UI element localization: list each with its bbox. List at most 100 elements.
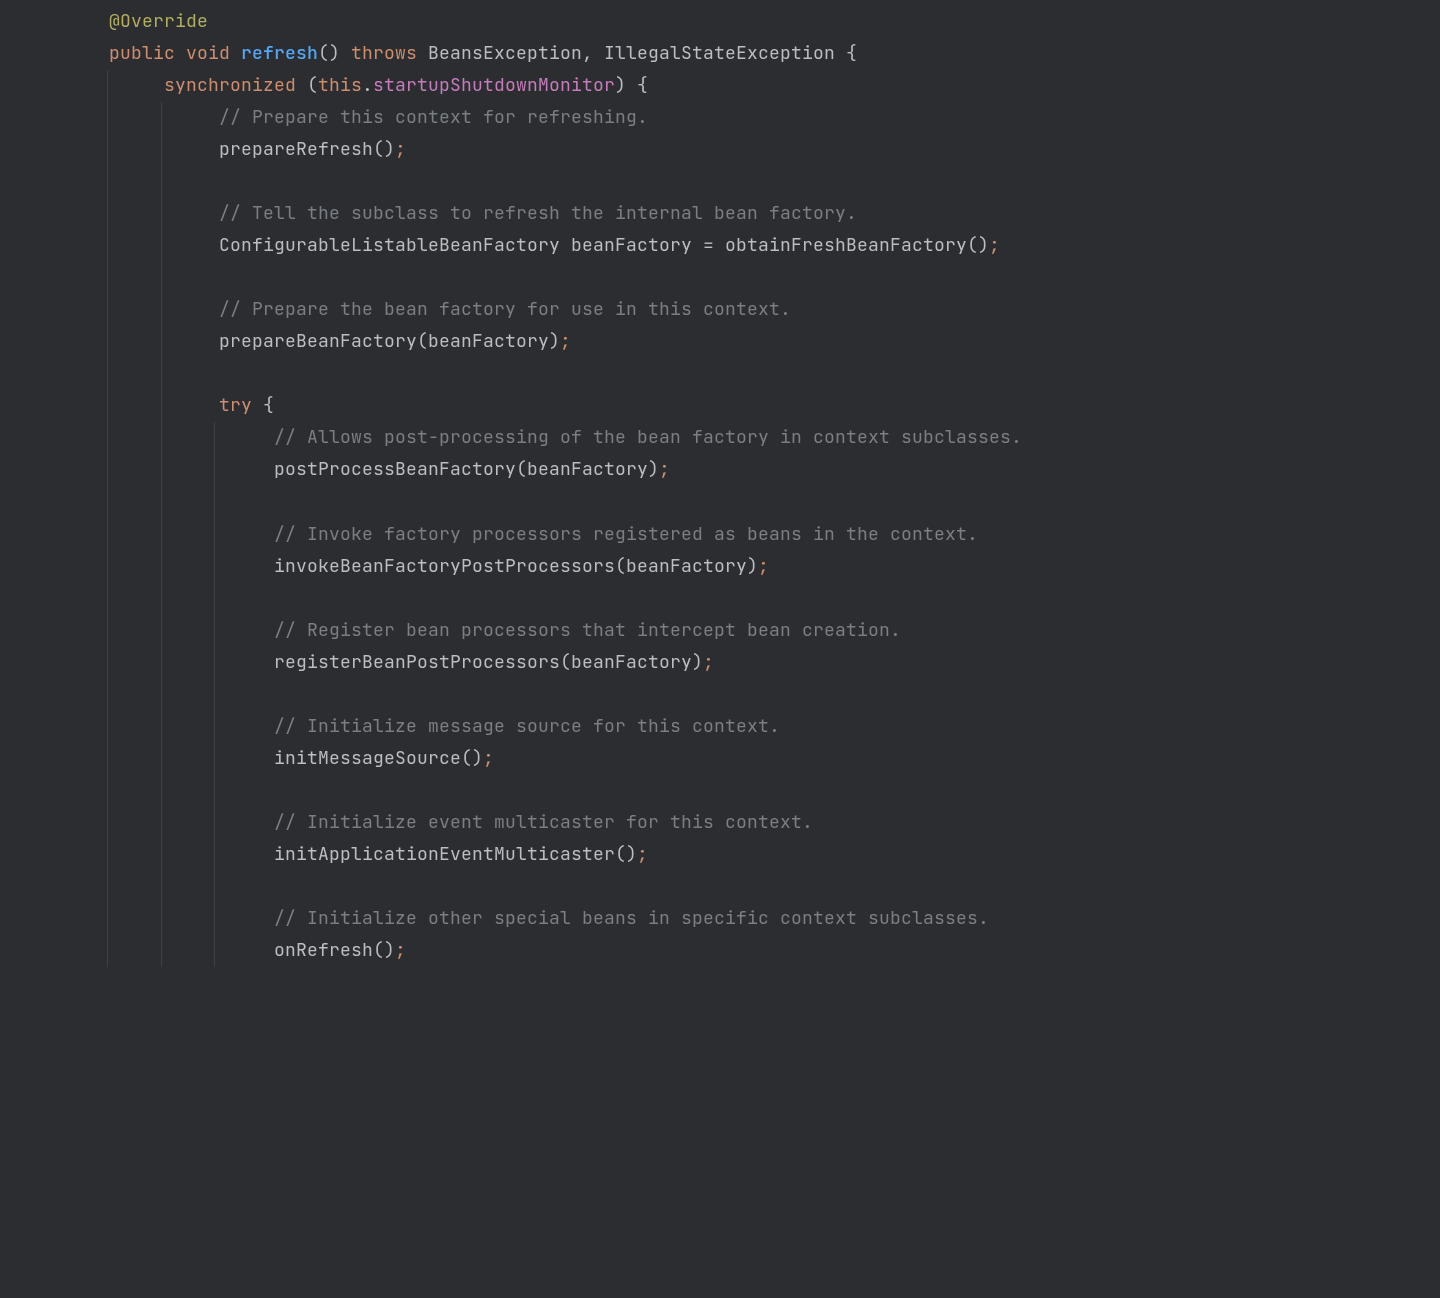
indent-guide bbox=[107, 647, 108, 679]
indent bbox=[54, 74, 164, 97]
indent-guide bbox=[107, 903, 108, 935]
indent bbox=[54, 298, 219, 321]
token-id: prepareBeanFactory(beanFactory) bbox=[219, 330, 560, 353]
indent-guide bbox=[214, 903, 215, 935]
indent-guide bbox=[161, 326, 162, 358]
token-pn: () bbox=[318, 42, 351, 65]
indent bbox=[54, 811, 274, 834]
token-cmt: // Register bean processors that interce… bbox=[274, 619, 901, 642]
indent bbox=[54, 42, 109, 65]
indent-guide bbox=[107, 326, 108, 358]
indent-guide bbox=[214, 679, 215, 711]
indent-guide bbox=[107, 551, 108, 583]
indent-guide bbox=[107, 711, 108, 743]
indent bbox=[54, 362, 219, 385]
token-pn: ( bbox=[296, 74, 318, 97]
indent-guide bbox=[214, 775, 215, 807]
indent-guide bbox=[214, 583, 215, 615]
code-line: public void refresh() throws BeansExcept… bbox=[0, 38, 1440, 70]
token-pn bbox=[560, 234, 571, 257]
indent-guide bbox=[161, 551, 162, 583]
indent-guide bbox=[161, 711, 162, 743]
indent-guide bbox=[107, 70, 108, 102]
indent-guide bbox=[107, 134, 108, 166]
token-cmt: // Allows post-processing of the bean fa… bbox=[274, 426, 1022, 449]
indent-guide bbox=[214, 454, 215, 486]
indent-guide bbox=[214, 486, 215, 518]
code-line: // Prepare the bean factory for use in t… bbox=[0, 294, 1440, 326]
code-line: onRefresh(); bbox=[0, 935, 1440, 967]
indent-guide bbox=[161, 647, 162, 679]
indent-guide bbox=[107, 935, 108, 967]
indent-guide bbox=[107, 390, 108, 422]
token-kw: public bbox=[109, 42, 175, 65]
token-id: initApplicationEventMulticaster() bbox=[274, 843, 637, 866]
indent bbox=[54, 619, 274, 642]
code-editor[interactable]: @Override public void refresh() throws B… bbox=[0, 0, 1440, 1298]
indent-guide bbox=[107, 519, 108, 551]
token-id: postProcessBeanFactory(beanFactory) bbox=[274, 458, 659, 481]
indent-guide bbox=[161, 102, 162, 134]
code-line: invokeBeanFactoryPostProcessors(beanFact… bbox=[0, 551, 1440, 583]
indent bbox=[54, 587, 274, 610]
token-id: prepareRefresh() bbox=[219, 138, 395, 161]
indent-guide bbox=[107, 422, 108, 454]
indent-guide bbox=[161, 294, 162, 326]
token-semicolon: ; bbox=[989, 234, 1000, 257]
token-pn bbox=[230, 42, 241, 65]
code-line: initApplicationEventMulticaster(); bbox=[0, 839, 1440, 871]
code-line bbox=[0, 871, 1440, 903]
indent-guide bbox=[214, 615, 215, 647]
indent-guide bbox=[161, 519, 162, 551]
indent-guide bbox=[161, 583, 162, 615]
token-cmt: // Tell the subclass to refresh the inte… bbox=[219, 202, 857, 225]
indent bbox=[54, 394, 219, 417]
token-mdef: refresh bbox=[241, 42, 318, 65]
token-cmt: // Prepare this context for refreshing. bbox=[219, 106, 648, 129]
token-cmt: // Initialize event multicaster for this… bbox=[274, 811, 813, 834]
indent-guide bbox=[107, 198, 108, 230]
indent-guide bbox=[161, 935, 162, 967]
indent-guide bbox=[214, 551, 215, 583]
code-line: // Initialize event multicaster for this… bbox=[0, 807, 1440, 839]
indent-guide bbox=[161, 775, 162, 807]
code-line: // Tell the subclass to refresh the inte… bbox=[0, 198, 1440, 230]
token-pn: { bbox=[835, 42, 857, 65]
indent-guide bbox=[214, 871, 215, 903]
token-pn: { bbox=[252, 394, 274, 417]
code-line bbox=[0, 775, 1440, 807]
indent-guide bbox=[214, 839, 215, 871]
indent bbox=[54, 715, 274, 738]
indent-guide bbox=[107, 486, 108, 518]
indent bbox=[54, 106, 219, 129]
token-cmt: // Initialize other special beans in spe… bbox=[274, 907, 989, 930]
token-cls: IllegalStateException bbox=[604, 42, 835, 65]
token-ann: @Override bbox=[109, 10, 208, 33]
token-kw: this bbox=[318, 74, 362, 97]
indent-guide bbox=[107, 743, 108, 775]
indent-guide bbox=[107, 839, 108, 871]
indent bbox=[54, 747, 274, 770]
indent bbox=[54, 843, 274, 866]
code-line: @Override bbox=[0, 6, 1440, 38]
indent bbox=[54, 330, 219, 353]
indent bbox=[54, 138, 219, 161]
indent-guide bbox=[161, 230, 162, 262]
code-line: // Register bean processors that interce… bbox=[0, 615, 1440, 647]
token-cmt: // Invoke factory processors registered … bbox=[274, 523, 978, 546]
indent bbox=[54, 202, 219, 225]
indent bbox=[54, 875, 274, 898]
token-id: initMessageSource() bbox=[274, 747, 483, 770]
code-line: // Allows post-processing of the bean fa… bbox=[0, 422, 1440, 454]
token-id: onRefresh() bbox=[274, 939, 395, 962]
token-cmt: // Prepare the bean factory for use in t… bbox=[219, 298, 791, 321]
indent bbox=[54, 458, 274, 481]
indent-guide bbox=[161, 134, 162, 166]
code-line bbox=[0, 358, 1440, 390]
indent-guide bbox=[161, 358, 162, 390]
token-fld: startupShutdownMonitor bbox=[373, 74, 615, 97]
indent-guide bbox=[107, 615, 108, 647]
token-semicolon: ; bbox=[659, 458, 670, 481]
indent-guide bbox=[161, 262, 162, 294]
indent bbox=[54, 426, 274, 449]
